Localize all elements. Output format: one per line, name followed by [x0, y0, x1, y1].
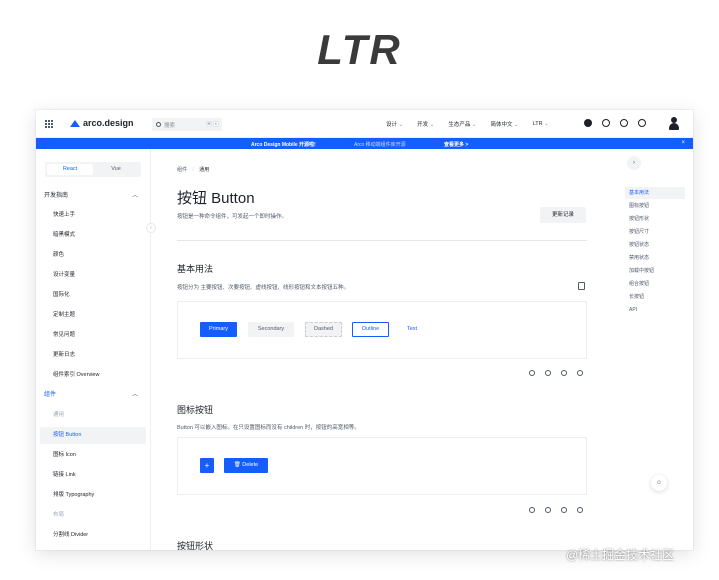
banner-sub-text: Arco 移动端组件库开源: [354, 142, 406, 148]
demo-box-basic: Primary Secondary Dashed Outline Text: [177, 301, 587, 359]
sidebar-category-general: 通用: [53, 412, 65, 418]
sidebar-item-tokens[interactable]: 设计变量: [40, 267, 146, 284]
nav-icons: [584, 119, 646, 127]
banner-link[interactable]: 查看更多 >: [444, 141, 468, 148]
framework-switch: React Vue: [45, 162, 141, 177]
section-title: 基本用法: [177, 264, 214, 274]
nav-item-language[interactable]: 简体中文: [490, 120, 518, 128]
breadcrumb: 组件 / 通用: [177, 167, 210, 173]
toc-item[interactable]: 按钮形状: [625, 213, 685, 225]
toc-toggle-button[interactable]: ›: [627, 156, 641, 170]
demo-box-icon: + 🗑 Delete: [177, 437, 587, 495]
sidebar-item-button[interactable]: 按钮 Button: [40, 427, 146, 444]
sidebar-group-components[interactable]: 组件 ︿: [40, 387, 146, 404]
primary-button[interactable]: Primary: [200, 322, 237, 337]
nav-item-design[interactable]: 设计: [386, 120, 403, 128]
sidebar-item-faq[interactable]: 常见问题: [40, 327, 146, 344]
codepen-icon[interactable]: [545, 370, 551, 376]
dashed-button[interactable]: Dashed: [305, 322, 342, 337]
sidebar-item-quickstart[interactable]: 快速上手: [40, 207, 146, 224]
apps-grid-icon[interactable]: [45, 120, 53, 128]
theme-icon[interactable]: [602, 119, 610, 127]
sidebar-item-i18n[interactable]: 国际化: [40, 287, 146, 304]
codesandbox-icon[interactable]: [561, 507, 567, 513]
section-title: 图标按钮: [177, 405, 214, 415]
sidebar-item-changelog[interactable]: 更新日志: [40, 347, 146, 364]
banner-main-text: Arco Design Mobile 开源啦!: [251, 142, 316, 148]
github-icon[interactable]: [584, 119, 592, 127]
sidebar-item-typography[interactable]: 排版 Typography: [40, 487, 146, 504]
sidebar-group-guide[interactable]: 开发指南 ︿: [40, 188, 146, 205]
tab-vue[interactable]: Vue: [93, 164, 139, 175]
feedback-icon[interactable]: ☺: [651, 475, 667, 491]
search-icon: [156, 122, 161, 127]
code-toolbar: [529, 507, 583, 513]
toc-item[interactable]: 按钮尺寸: [625, 226, 685, 238]
page-title: 按钮 Button: [177, 190, 255, 207]
refresh-icon[interactable]: [620, 119, 628, 127]
code-toolbar: [529, 370, 583, 376]
code-icon[interactable]: [529, 507, 535, 513]
page-description: 按钮是一种命令组件，可发起一个即时操作。: [177, 214, 288, 220]
sidebar-item-darkmode[interactable]: 暗黑模式: [40, 227, 146, 244]
main-content: 组件 / 通用 按钮 Button 按钮是一种命令组件，可发起一个即时操作。 更…: [151, 149, 621, 550]
copy-icon[interactable]: [578, 282, 585, 290]
nav-menu: 设计 开发 生态产品 简体中文 LTR: [386, 110, 563, 138]
toc-item[interactable]: 基本用法: [625, 187, 685, 199]
top-nav: arco.design 搜索 ⌘K 设计 开发 生态产品 简体中文 LTR: [36, 110, 693, 138]
sidebar-item-theme[interactable]: 定制主题: [40, 307, 146, 324]
section-title: 按钮形状: [177, 541, 214, 550]
arco-logo-icon: [70, 119, 80, 127]
watermark: @稀土掘金技术社区: [566, 548, 675, 562]
sidebar-item-color[interactable]: 颜色: [40, 247, 146, 264]
search-placeholder: 搜索: [164, 122, 176, 129]
sidebar: React Vue 开发指南 ︿ 快速上手 暗黑模式 颜色 设计变量 国际化 定制…: [36, 149, 151, 550]
tab-react[interactable]: React: [47, 164, 93, 175]
toc-item[interactable]: 组合按钮: [625, 278, 685, 290]
add-icon-button[interactable]: +: [200, 458, 214, 473]
sidebar-category-layout: 布局: [53, 512, 65, 518]
announcement-banner: Arco Design Mobile 开源啦! Arco 移动端组件库开源 查看…: [36, 138, 693, 149]
toc-item[interactable]: 长按钮: [625, 291, 685, 303]
toc-item[interactable]: 图标按钮: [625, 200, 685, 212]
avatar[interactable]: [668, 117, 680, 130]
text-button[interactable]: Text: [398, 322, 426, 337]
table-of-contents: › 基本用法 图标按钮 按钮形状 按钮尺寸 按钮状态 禁用状态 加载中按钮 组合…: [621, 149, 693, 550]
delete-button[interactable]: 🗑 Delete: [224, 458, 268, 473]
codepen-icon[interactable]: [545, 507, 551, 513]
toc-item[interactable]: 按钮状态: [625, 239, 685, 251]
banner-close-icon[interactable]: ×: [681, 140, 685, 146]
chevron-up-icon: ︿: [131, 193, 138, 199]
toc-item[interactable]: API: [625, 304, 685, 316]
divider: [177, 240, 587, 241]
toc-item[interactable]: 禁用状态: [625, 252, 685, 264]
shortcut-keys: ⌘ K: [206, 121, 219, 127]
codesandbox-icon[interactable]: [561, 370, 567, 376]
toc-item[interactable]: 加载中按钮: [625, 265, 685, 277]
sidebar-item-overview[interactable]: 组件索引 Overview: [40, 367, 146, 384]
logo[interactable]: arco.design: [70, 118, 134, 128]
settings-icon[interactable]: [577, 507, 583, 513]
nav-item-direction[interactable]: LTR: [533, 121, 549, 127]
code-icon[interactable]: [529, 370, 535, 376]
chevron-up-icon: ︿: [131, 392, 138, 398]
settings-icon[interactable]: [577, 370, 583, 376]
breadcrumb-item: 通用: [199, 167, 210, 173]
logo-text: arco.design: [83, 118, 134, 128]
section-description: 按钮分为 主要按钮、次要按钮、虚线按钮、线形按钮和文本按钮五种。: [177, 285, 350, 291]
notification-icon[interactable]: [638, 119, 646, 127]
changelog-button[interactable]: 更新记录: [540, 207, 586, 223]
sidebar-item-divider[interactable]: 分割线 Divider: [40, 527, 146, 544]
nav-item-ecosystem[interactable]: 生态产品: [448, 120, 476, 128]
section-description: Button 可以嵌入图标。在只设置图标而没有 children 时，按钮的高宽…: [177, 425, 360, 431]
secondary-button[interactable]: Secondary: [248, 322, 294, 337]
search-input[interactable]: 搜索 ⌘ K: [152, 118, 222, 131]
sidebar-item-link[interactable]: 链接 Link: [40, 467, 146, 484]
nav-item-develop[interactable]: 开发: [417, 120, 434, 128]
screenshot-frame: arco.design 搜索 ⌘K 设计 开发 生态产品 简体中文 LTR Ar…: [36, 110, 693, 550]
page-heading: LTR: [317, 26, 402, 73]
outline-button[interactable]: Outline: [352, 322, 389, 337]
breadcrumb-item[interactable]: 组件: [177, 167, 187, 173]
sidebar-item-icon[interactable]: 图标 Icon: [40, 447, 146, 464]
